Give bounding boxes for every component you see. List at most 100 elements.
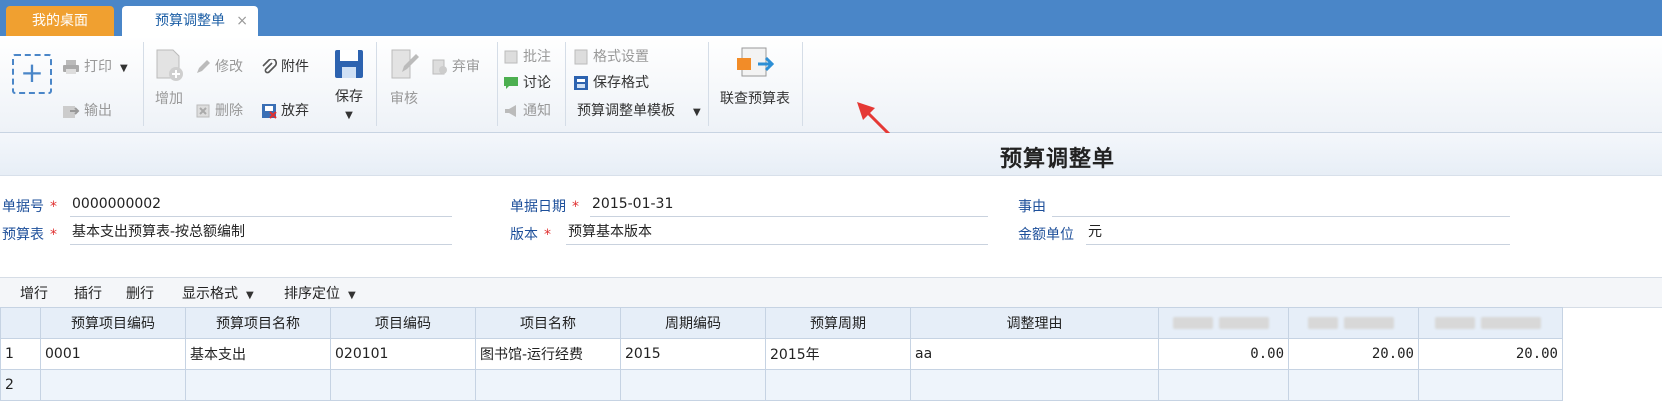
table-cell[interactable]: 基本支出	[185, 338, 331, 370]
tab-budget-adjustment[interactable]: 预算调整单 ×	[122, 6, 258, 36]
tab-my-desktop[interactable]: 我的桌面	[6, 6, 114, 36]
pencil-icon	[197, 60, 210, 73]
table-cell[interactable]	[185, 369, 331, 401]
row-index: 2	[0, 369, 41, 401]
save-format-label: 保存格式	[593, 75, 649, 91]
table-cell[interactable]: 20.00	[1418, 338, 1563, 370]
column-header[interactable]: 项目编码	[330, 307, 476, 339]
table-cell[interactable]	[40, 369, 186, 401]
column-header[interactable]: 预算项目名称	[185, 307, 331, 339]
print-label: 打印	[84, 59, 112, 75]
save-format-button[interactable]: 保存格式	[573, 72, 649, 92]
table-cell[interactable]	[1418, 369, 1563, 401]
discard-button[interactable]: 放弃	[261, 100, 309, 120]
blurred-column-header	[1158, 307, 1289, 339]
notify-button[interactable]: 通知	[503, 100, 551, 120]
column-header[interactable]: 项目名称	[475, 307, 621, 339]
toolbar-group-edit: 增加 修改 删除 附件 放弃 保存 ▼	[143, 42, 377, 126]
chevron-down-icon[interactable]: ▼	[345, 110, 353, 121]
row-index-header	[0, 307, 41, 339]
chevron-down-icon[interactable]: ▼	[120, 63, 128, 74]
new-document-icon[interactable]: +	[12, 54, 52, 94]
version-label: 版本 *	[510, 227, 551, 243]
table-cell[interactable]	[620, 369, 766, 401]
edit-button[interactable]: 修改	[195, 56, 243, 76]
column-header[interactable]: 周期编码	[620, 307, 766, 339]
table-cell[interactable]	[330, 369, 476, 401]
delete-label: 删除	[215, 103, 243, 119]
date-label: 单据日期 *	[510, 199, 579, 215]
reason-field[interactable]	[1052, 194, 1510, 217]
unit-field[interactable]: 元	[1086, 222, 1510, 245]
attachment-label: 附件	[281, 59, 309, 75]
print-button[interactable]: 打印 ▼	[62, 56, 128, 76]
template-dropdown[interactable]: 预算调整单模板 ▼	[577, 100, 701, 120]
version-field[interactable]: 预算基本版本	[566, 222, 988, 245]
save-button[interactable]: 保存 ▼	[331, 48, 367, 122]
abandon-audit-label: 弃审	[452, 59, 480, 75]
tab-bar: 我的桌面 预算调整单 ×	[0, 0, 1662, 36]
chat-bubble-icon	[504, 77, 518, 89]
add-document-icon	[156, 49, 183, 81]
discard-label: 放弃	[281, 103, 309, 119]
table-cell[interactable]: 2015年	[765, 338, 911, 370]
audit-button[interactable]: 审核	[386, 48, 422, 108]
column-header[interactable]: 调整理由	[910, 307, 1159, 339]
delete-row-button[interactable]: 删行	[126, 283, 154, 303]
chevron-down-icon[interactable]: ▼	[348, 290, 356, 301]
linked-query-label: 联查预算表	[720, 91, 790, 107]
column-header[interactable]: 预算周期	[765, 307, 911, 339]
chevron-down-icon[interactable]: ▼	[246, 290, 254, 301]
sort-locate-dropdown[interactable]: 排序定位 ▼	[284, 283, 356, 303]
reason-label: 事由	[1018, 199, 1046, 215]
display-format-dropdown[interactable]: 显示格式 ▼	[182, 283, 254, 303]
format-settings-button[interactable]: 格式设置	[573, 46, 649, 66]
insert-row-button[interactable]: 插行	[74, 283, 102, 303]
delete-button[interactable]: 删除	[195, 100, 243, 120]
date-field[interactable]: 2015-01-31	[590, 194, 988, 217]
export-label: 输出	[84, 103, 112, 119]
table-cell[interactable]: 020101	[330, 338, 476, 370]
table-cell[interactable]	[1158, 369, 1289, 401]
abandon-audit-icon	[432, 59, 447, 75]
close-icon[interactable]: ×	[236, 6, 248, 36]
grid-toolbar: 增行 插行 删行 显示格式 ▼ 排序定位 ▼	[0, 277, 1662, 308]
annotate-button[interactable]: 批注	[503, 46, 551, 66]
table-row[interactable]: 2	[0, 369, 1563, 401]
table-cell[interactable]: 0.00	[1158, 338, 1289, 370]
export-button[interactable]: 输出	[62, 100, 112, 120]
toolbar-group-format: 格式设置 保存格式 预算调整单模板 ▼	[565, 42, 709, 126]
linked-query-budget-button[interactable]: 联查预算表	[718, 46, 792, 108]
export-icon	[63, 106, 80, 118]
chevron-down-icon[interactable]: ▼	[693, 107, 701, 118]
table-header-row: 预算项目编码 预算项目名称 项目编码 项目名称 周期编码 预算周期 调整理由	[0, 307, 1563, 339]
table-cell[interactable]	[765, 369, 911, 401]
abandon-audit-button[interactable]: 弃审	[432, 56, 480, 76]
linked-query-icon	[737, 47, 774, 77]
doc-no-field[interactable]: 0000000002	[70, 194, 452, 217]
attachment-button[interactable]: 附件	[261, 56, 309, 76]
toolbar-group-audit: 审核 弃审	[376, 42, 498, 126]
table-cell[interactable]: 0001	[40, 338, 186, 370]
budget-adjustment-table: 预算项目编码 预算项目名称 项目编码 项目名称 周期编码 预算周期 调整理由 1…	[0, 307, 1563, 401]
blurred-column-header	[1418, 307, 1563, 339]
table-cell[interactable]	[475, 369, 621, 401]
row-index: 1	[0, 338, 41, 370]
table-row[interactable]: 1 0001 基本支出 020101 图书馆-运行经费 2015 2015年 a…	[0, 338, 1563, 370]
table-cell[interactable]	[1288, 369, 1419, 401]
budget-field[interactable]: 基本支出预算表-按总额编制	[70, 222, 452, 245]
toolbar: + 打印 ▼ 输出 增加 修改 删除 附件 放弃 保存 ▼ 审核 弃审 批注 讨…	[0, 36, 1662, 133]
add-row-button[interactable]: 增行	[20, 283, 48, 303]
discuss-button[interactable]: 讨论	[503, 72, 551, 92]
table-cell[interactable]: 2015	[620, 338, 766, 370]
table-cell[interactable]	[910, 369, 1159, 401]
table-cell[interactable]: 图书馆-运行经费	[475, 338, 621, 370]
notify-label: 通知	[523, 103, 551, 119]
megaphone-icon	[505, 105, 516, 117]
table-cell[interactable]: 20.00	[1288, 338, 1419, 370]
format-settings-icon	[574, 49, 588, 65]
table-cell[interactable]: aa	[910, 338, 1159, 370]
title-bar: 预算调整单	[0, 133, 1662, 176]
column-header[interactable]: 预算项目编码	[40, 307, 186, 339]
add-button[interactable]: 增加	[151, 48, 187, 108]
